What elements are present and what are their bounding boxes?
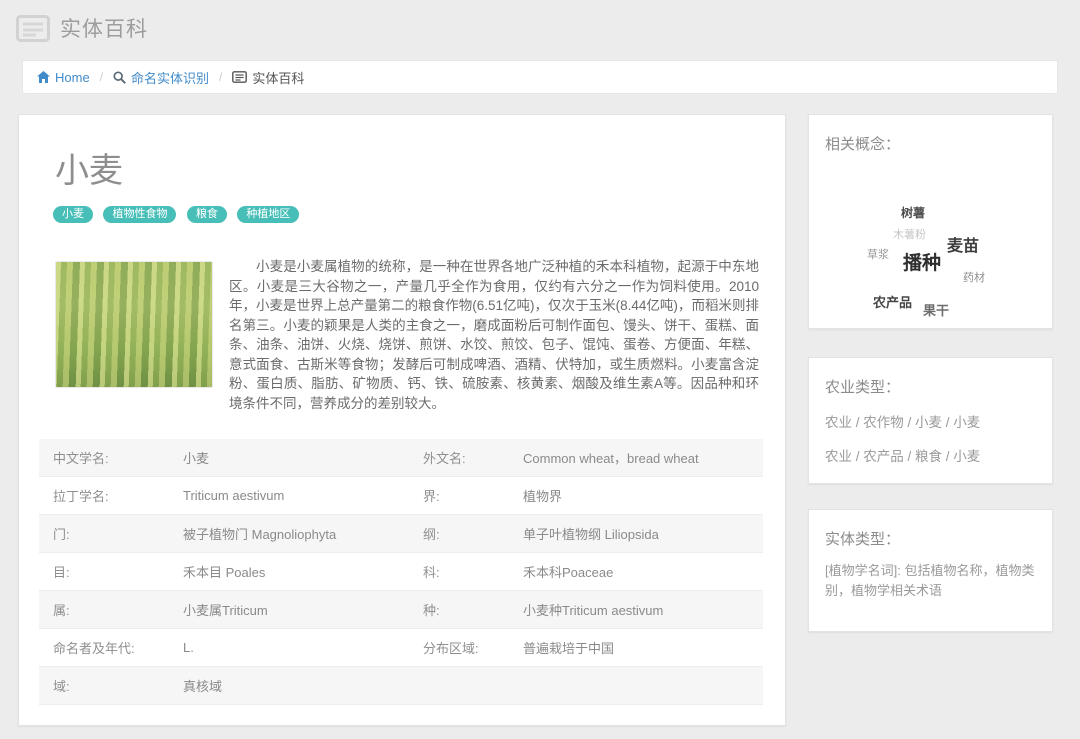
info-value: Common wheat，bread wheat — [517, 439, 763, 477]
table-row: 域: 真核域 — [39, 666, 763, 705]
table-row: 属: 小麦属Triticum 种: 小麦种Triticum aestivum — [39, 590, 763, 629]
entity-tag[interactable]: 小麦 — [53, 206, 93, 223]
breadcrumb-current-label: 实体百科 — [252, 70, 305, 86]
cloud-word[interactable]: 草浆 — [867, 246, 889, 262]
info-label: 界: — [417, 476, 517, 515]
app-title: 实体百科 — [60, 18, 148, 41]
agriculture-type-title: 农业类型： — [825, 379, 901, 396]
info-value: 小麦属Triticum — [177, 590, 417, 629]
info-label: 科: — [417, 552, 517, 591]
entity-type-card: 实体类型： [植物学名词]: 包括植物名称，植物类别，植物学相关术语 — [808, 509, 1053, 632]
encyclopedia-logo-icon — [16, 14, 50, 42]
breadcrumb-ner[interactable]: 命名实体识别 — [113, 68, 209, 87]
app-header: 实体百科 — [0, 0, 1080, 56]
agriculture-type-card: 农业类型： 农业 / 农作物 / 小麦 / 小麦 农业 / 农产品 / 粮食 /… — [808, 357, 1053, 484]
related-concepts-card: 相关概念： 树薯 木薯粉 麦苗 草浆 播种 药材 农产品 果干 — [808, 114, 1053, 329]
breadcrumb-ner-label: 命名实体识别 — [131, 70, 210, 86]
info-value: L. — [177, 628, 417, 667]
cloud-word[interactable]: 果干 — [923, 300, 949, 319]
entity-body: 小麦是小麦属植物的统称，是一种在世界各地广泛种植的禾本科植物，起源于中东地区。小… — [39, 257, 763, 413]
page-body: 小麦 小麦 植物性食物 粮食 种植地区 小麦是小麦属植物的统称，是一种在世界各地… — [18, 114, 1058, 726]
table-row: 中文学名: 小麦 外文名: Common wheat，bread wheat — [39, 439, 763, 477]
agriculture-type-path[interactable]: 农业 / 农产品 / 粮食 / 小麦 — [825, 445, 1036, 465]
breadcrumb-separator: / — [219, 70, 223, 84]
info-value: Triticum aestivum — [177, 476, 417, 515]
info-label — [417, 666, 517, 705]
table-row: 门: 被子植物门 Magnoliophyta 纲: 单子叶植物纲 Liliops… — [39, 514, 763, 553]
info-label: 命名者及年代: — [39, 628, 177, 667]
related-concepts-title: 相关概念： — [825, 136, 901, 153]
info-value — [517, 666, 763, 705]
entity-info-table: 中文学名: 小麦 外文名: Common wheat，bread wheat 拉… — [39, 439, 763, 705]
info-label: 属: — [39, 590, 177, 629]
info-value: 禾本目 Poales — [177, 552, 417, 591]
info-label: 分布区域: — [417, 628, 517, 667]
info-value: 真核域 — [177, 666, 417, 705]
breadcrumb: Home / 命名实体识别 / 实体百科 — [22, 60, 1058, 94]
info-value: 植物界 — [517, 476, 763, 515]
entity-tag[interactable]: 植物性食物 — [103, 206, 177, 223]
home-icon — [37, 71, 50, 83]
info-value: 小麦 — [177, 439, 417, 477]
entity-article-card: 小麦 小麦 植物性食物 粮食 种植地区 小麦是小麦属植物的统称，是一种在世界各地… — [18, 114, 786, 726]
word-cloud: 树薯 木薯粉 麦苗 草浆 播种 药材 农产品 果干 — [825, 154, 1036, 318]
table-row: 拉丁学名: Triticum aestivum 界: 植物界 — [39, 476, 763, 515]
info-value: 单子叶植物纲 Liliopsida — [517, 514, 763, 553]
wheat-photo — [55, 261, 213, 388]
list-card-icon — [232, 71, 248, 83]
entity-type-title: 实体类型： — [825, 531, 901, 548]
table-row: 命名者及年代: L. 分布区域: 普遍栽培于中国 — [39, 628, 763, 667]
info-value: 小麦种Triticum aestivum — [517, 590, 763, 629]
agriculture-type-path[interactable]: 农业 / 农作物 / 小麦 / 小麦 — [825, 411, 1036, 431]
info-label: 种: — [417, 590, 517, 629]
breadcrumb-home[interactable]: Home — [37, 70, 90, 85]
search-icon — [113, 70, 126, 84]
cloud-word[interactable]: 播种 — [903, 248, 941, 275]
cloud-word[interactable]: 树薯 — [901, 204, 925, 221]
info-value: 禾本科Poaceae — [517, 552, 763, 591]
sidebar: 相关概念： 树薯 木薯粉 麦苗 草浆 播种 药材 农产品 果干 农业类型： 农业… — [808, 114, 1053, 632]
entity-tag-row: 小麦 植物性食物 粮食 种植地区 — [53, 204, 763, 223]
info-label: 域: — [39, 666, 177, 705]
info-label: 外文名: — [417, 439, 517, 477]
table-row: 目: 禾本目 Poales 科: 禾本科Poaceae — [39, 552, 763, 591]
entity-tag[interactable]: 种植地区 — [237, 206, 300, 223]
entity-type-description: [植物学名词]: 包括植物名称，植物类别，植物学相关术语 — [825, 563, 1035, 598]
info-label: 门: — [39, 514, 177, 553]
info-value: 被子植物门 Magnoliophyta — [177, 514, 417, 553]
cloud-word[interactable]: 麦苗 — [947, 232, 979, 256]
page-title: 小麦 — [55, 152, 123, 190]
breadcrumb-separator: / — [99, 70, 104, 84]
info-label: 中文学名: — [39, 439, 177, 477]
info-label: 纲: — [417, 514, 517, 553]
cloud-word[interactable]: 农产品 — [873, 292, 912, 311]
cloud-word[interactable]: 药材 — [963, 269, 985, 285]
entity-tag[interactable]: 粮食 — [186, 206, 227, 223]
info-label: 拉丁学名: — [39, 476, 177, 515]
breadcrumb-home-label: Home — [55, 69, 90, 85]
info-label: 目: — [39, 552, 177, 591]
cloud-word[interactable]: 木薯粉 — [893, 226, 926, 242]
info-value: 普遍栽培于中国 — [517, 628, 763, 667]
breadcrumb-current: 实体百科 — [232, 68, 304, 87]
